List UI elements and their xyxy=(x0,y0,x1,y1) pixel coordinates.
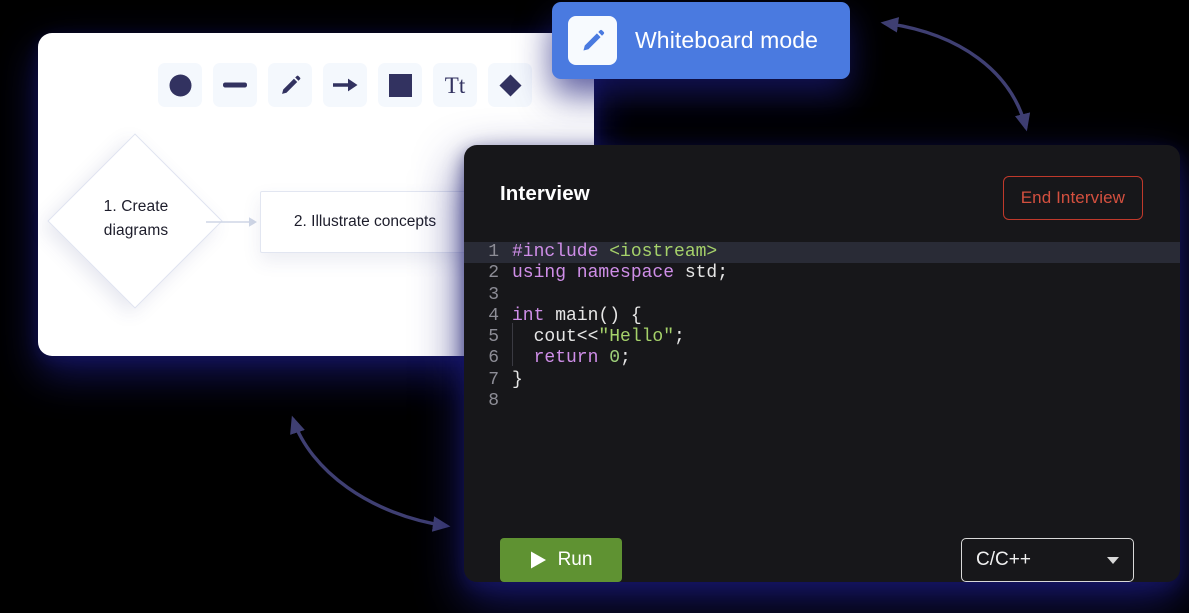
arrow-tool[interactable] xyxy=(323,63,367,107)
code-token: int xyxy=(512,305,556,326)
code-line: 7} xyxy=(464,370,1180,391)
code-token: "Hello" xyxy=(598,327,675,348)
line-tool[interactable] xyxy=(213,63,257,107)
line-icon xyxy=(223,82,247,88)
circle-tool[interactable] xyxy=(158,63,202,107)
code-line: 5 cout<<"Hello"; xyxy=(464,323,1180,348)
square-tool[interactable] xyxy=(378,63,422,107)
code-token: main() { xyxy=(555,305,642,326)
text-icon: Tt xyxy=(444,72,466,98)
code-token: } xyxy=(512,369,523,390)
play-icon xyxy=(530,551,546,569)
pencil-tool[interactable] xyxy=(268,63,312,107)
run-button-label: Run xyxy=(557,549,593,570)
code-line-text: int main() { xyxy=(512,306,642,327)
code-token: #include xyxy=(512,242,610,262)
code-line: 1 #include <iostream> xyxy=(464,242,1180,264)
code-line: 2 using namespace std; xyxy=(464,263,1180,284)
whiteboard-mode-label: Whiteboard mode xyxy=(635,27,819,53)
code-line-text: return 0; xyxy=(512,344,631,369)
code-line: 4 int main() { xyxy=(464,306,1180,327)
code-line-text: #include <iostream> xyxy=(512,242,717,263)
code-token: ; xyxy=(620,348,631,369)
code-line-text: } xyxy=(512,370,523,391)
editor-title: Interview xyxy=(500,182,590,205)
arrow-badge-to-editor xyxy=(880,17,1031,132)
chevron-down-icon xyxy=(1107,556,1119,564)
code-line: 3 xyxy=(464,285,1180,306)
code-token: <iostream> xyxy=(609,242,718,262)
line-number: 8 xyxy=(488,391,499,412)
code-line: 6 return 0; xyxy=(464,344,1180,369)
diamond-icon xyxy=(498,73,522,97)
code-area[interactable]: 1 #include <iostream> 2 using namespace std… xyxy=(464,242,1180,522)
editor-header: Interview End Interview xyxy=(464,145,1180,242)
whiteboard-toolbar: Tt xyxy=(158,63,532,107)
code-token: std; xyxy=(684,263,729,284)
circle-icon xyxy=(169,74,191,96)
text-tool[interactable]: Tt xyxy=(433,63,477,107)
arrow-icon xyxy=(332,78,357,92)
square-icon xyxy=(388,73,412,97)
line-number: 4 xyxy=(488,305,499,326)
arrow-whiteboard-to-editor xyxy=(290,415,451,532)
diagram-node-rect-label: 2. Illustrate concepts xyxy=(293,213,437,230)
line-number: 7 xyxy=(488,369,499,390)
editor-footer: Run C/C++ xyxy=(464,522,1180,582)
whiteboard-mode-badge[interactable]: Whiteboard mode xyxy=(552,2,850,79)
code-token: 0 xyxy=(609,348,621,369)
line-number: 2 xyxy=(488,263,499,284)
code-line: 8 xyxy=(464,391,1180,412)
code-token: return xyxy=(512,348,610,369)
end-interview-button[interactable]: End Interview xyxy=(1002,176,1143,220)
code-editor-panel: Interview End Interview 1 #include <iostr… xyxy=(464,145,1180,582)
line-number: 3 xyxy=(488,284,499,305)
language-select[interactable]: C/C++ xyxy=(961,538,1134,582)
diagram-node-diamond-label: 1. Create diagrams xyxy=(103,198,169,240)
code-line-text: cout<<"Hello"; xyxy=(512,323,685,348)
whiteboard-badge-icon-box xyxy=(568,16,617,65)
screenshot-stage: Tt 1. Create diagrams 2. Illustrate conc… xyxy=(0,0,1189,613)
pencil-icon xyxy=(281,75,300,94)
connector-1-to-2 xyxy=(206,217,257,227)
code-token: cout<< xyxy=(512,327,599,348)
pencil-icon xyxy=(582,29,604,51)
diamond-tool[interactable] xyxy=(488,63,532,107)
diagram-node-rect[interactable]: 2. Illustrate concepts xyxy=(260,191,470,253)
code-token: ; xyxy=(674,327,685,348)
language-select-value: C/C++ xyxy=(976,549,1031,570)
line-number: 5 xyxy=(488,327,499,348)
line-number: 1 xyxy=(488,242,499,262)
run-button[interactable]: Run xyxy=(500,538,622,582)
code-line-text: using namespace std; xyxy=(512,263,728,284)
line-number: 6 xyxy=(488,348,499,369)
code-token: using namespace xyxy=(512,263,685,284)
